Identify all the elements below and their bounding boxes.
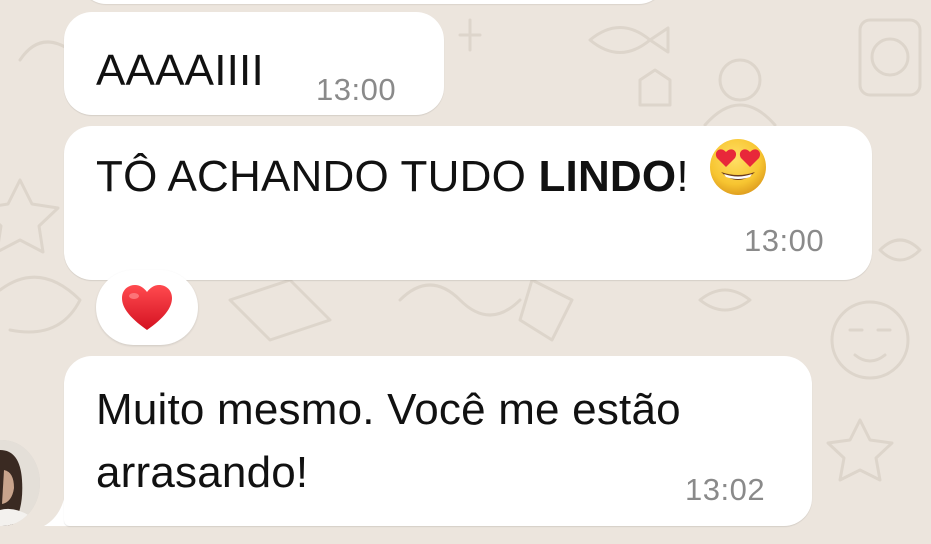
red-heart-icon (122, 285, 172, 330)
message-bubble-1[interactable]: AAAAIIII 13:00 (64, 12, 444, 115)
message-bubble-3[interactable]: Muito mesmo. Você me estão arrasando! 13… (64, 356, 812, 526)
message-text: AAAAIIII (96, 46, 264, 95)
message-timestamp: 13:00 (316, 72, 397, 107)
message-bubble-2[interactable]: TÔ ACHANDO TUDO LINDO! 13:00 (64, 126, 872, 280)
message-timestamp: 13:02 (685, 472, 766, 507)
message-text-part: ! (676, 152, 689, 202)
message-text-bold: LINDO (538, 152, 677, 202)
previous-message-bubble-edge (80, 0, 665, 4)
message-text-part: TÔ ACHANDO TUDO (96, 152, 539, 202)
message-timestamp: 13:00 (744, 223, 825, 258)
message-text: TÔ ACHANDO TUDO LINDO! (96, 139, 767, 211)
reaction-badge[interactable] (96, 270, 198, 345)
heart-eyes-emoji-icon (709, 138, 767, 211)
